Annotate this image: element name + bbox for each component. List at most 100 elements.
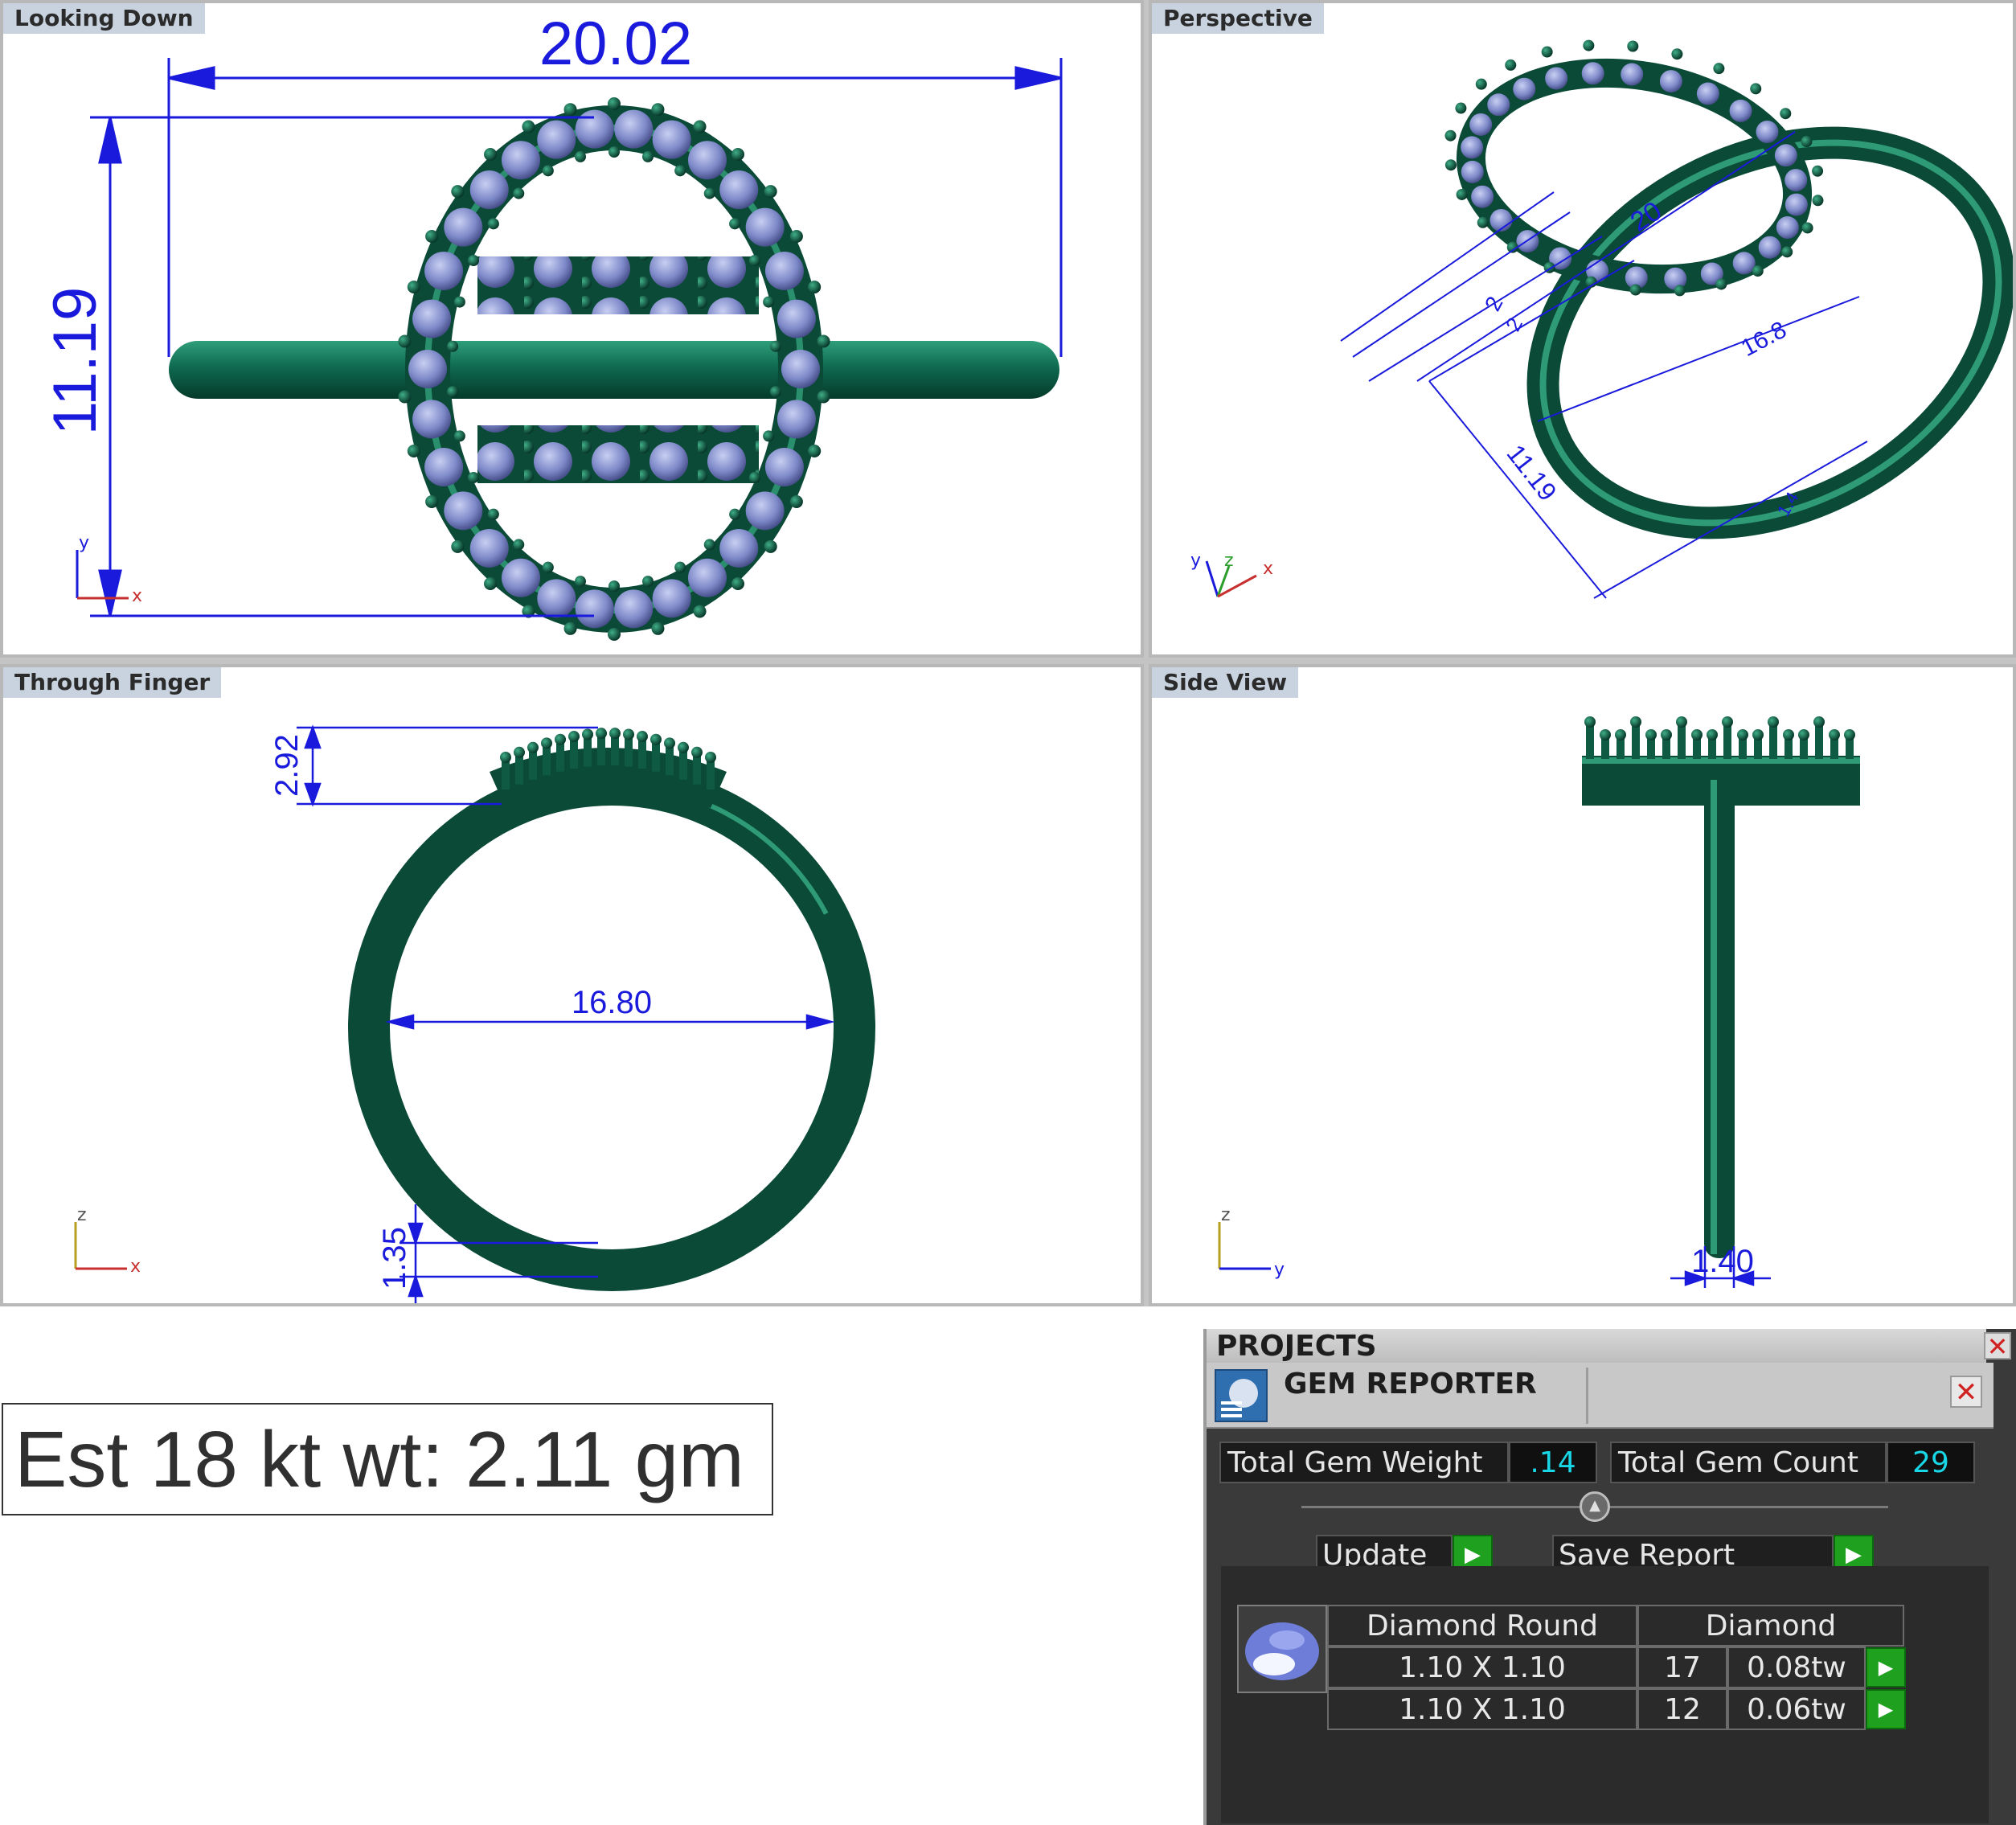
gem (412, 299, 452, 338)
prong (1713, 63, 1725, 75)
prong (398, 390, 412, 404)
prong (541, 737, 552, 749)
ring-band (348, 764, 875, 1291)
prong (1812, 195, 1824, 207)
prong (514, 746, 525, 758)
prong (769, 386, 781, 398)
gem-reporter-panel: PROJECTS ✕ GEM REPORTER ✕ Total Gem Weig… (1203, 1329, 2016, 1825)
viewport-separator[interactable] (0, 658, 1144, 664)
prong (1600, 729, 1611, 740)
prong (637, 731, 648, 743)
svg-text:y: y (79, 533, 89, 553)
row-go-icon[interactable]: ▶ (1866, 1647, 1906, 1688)
prong (705, 752, 716, 763)
prong (568, 731, 580, 743)
viewport-separator[interactable] (1149, 658, 2016, 664)
prong (1629, 284, 1641, 296)
gem (1487, 93, 1510, 117)
close-icon[interactable]: ✕ (1950, 1376, 1982, 1408)
axis-gizmo: y z x (1190, 551, 1273, 598)
prong (808, 444, 822, 457)
prong (641, 150, 654, 162)
prong (1752, 729, 1764, 740)
prong (1505, 59, 1517, 71)
table-cell-weight: 0.08tw (1727, 1647, 1866, 1688)
prong (453, 430, 465, 442)
viewport-side-view[interactable]: Side View 1.40 z y (1149, 664, 2016, 1306)
gem (1732, 252, 1756, 275)
prong (1801, 136, 1813, 148)
table-cell-size: 1.10 X 1.10 (1327, 1647, 1637, 1688)
prong (582, 728, 593, 740)
dimension-height: 11.19 (41, 287, 109, 436)
prong (1798, 729, 1809, 740)
prong (1444, 129, 1457, 141)
prong (1715, 278, 1727, 290)
prong (808, 281, 822, 294)
looking-down-drawing: 20.02 11.19 y x (41, 10, 1063, 641)
prong (1444, 159, 1457, 171)
prong (651, 621, 665, 635)
prong (407, 281, 420, 294)
prong (513, 187, 525, 199)
gem (614, 109, 654, 149)
prong (542, 165, 554, 177)
prong (468, 472, 480, 483)
prong (651, 103, 665, 117)
shank (1704, 776, 1735, 1258)
prong (1630, 716, 1641, 728)
gem (652, 579, 691, 618)
prong (1737, 729, 1748, 740)
gem-reporter-icon (1215, 1369, 1268, 1422)
prong (764, 185, 777, 199)
tab-divider (1586, 1368, 1588, 1424)
gem (1696, 82, 1719, 105)
viewport-title[interactable]: Side View (1152, 667, 1299, 698)
gem (1729, 99, 1752, 122)
gem (1774, 144, 1797, 167)
gem (575, 589, 614, 629)
prong (1752, 265, 1764, 277)
prong (693, 120, 707, 133)
gem (745, 207, 785, 247)
prong (1584, 716, 1596, 728)
total-gem-weight-label: Total Gem Weight (1219, 1442, 1509, 1483)
viewport-through-finger[interactable]: Through Finger 2.92 16.80 1.35 z x (0, 664, 1144, 1306)
viewport-title[interactable]: Perspective (1152, 3, 1324, 34)
gem (1545, 67, 1568, 90)
prong (789, 495, 803, 508)
prong (1674, 285, 1686, 297)
svg-text:x: x (130, 1257, 141, 1277)
collapse-toggle[interactable]: ▲ (1580, 1491, 1610, 1522)
close-icon[interactable]: ✕ (1984, 1332, 2011, 1360)
prong (1813, 716, 1825, 728)
prong (487, 508, 499, 520)
viewport-title[interactable]: Through Finger (3, 667, 222, 698)
prong (729, 508, 741, 520)
row-go-icon[interactable]: ▶ (1866, 1689, 1906, 1729)
svg-text:y: y (1190, 551, 1201, 571)
prong (425, 495, 439, 508)
prong (641, 576, 654, 588)
svg-text:z: z (77, 1205, 87, 1225)
gem (614, 589, 654, 629)
prong (1456, 188, 1468, 200)
prong (468, 255, 480, 266)
prong (451, 185, 465, 199)
svg-text:x: x (132, 586, 142, 606)
prong (1627, 40, 1639, 52)
prong (447, 340, 459, 352)
prong (1676, 716, 1687, 728)
gem (745, 491, 785, 531)
viewport-perspective[interactable]: Perspective 20 16.8 11.19 2 2 1.4 y z x (1149, 0, 2016, 658)
prong (731, 576, 744, 590)
prong (731, 148, 744, 162)
prong (447, 386, 459, 398)
viewport-looking-down[interactable]: Looking Down 20.02 11.19 y x (0, 0, 1144, 658)
viewport-title[interactable]: Looking Down (3, 3, 205, 34)
table-header: Diamond Round (1327, 1605, 1637, 1647)
prong (527, 741, 539, 753)
prongs (1584, 716, 1855, 759)
prong (542, 561, 554, 573)
tab-gem-reporter[interactable]: GEM REPORTER ✕ (1207, 1363, 1993, 1429)
